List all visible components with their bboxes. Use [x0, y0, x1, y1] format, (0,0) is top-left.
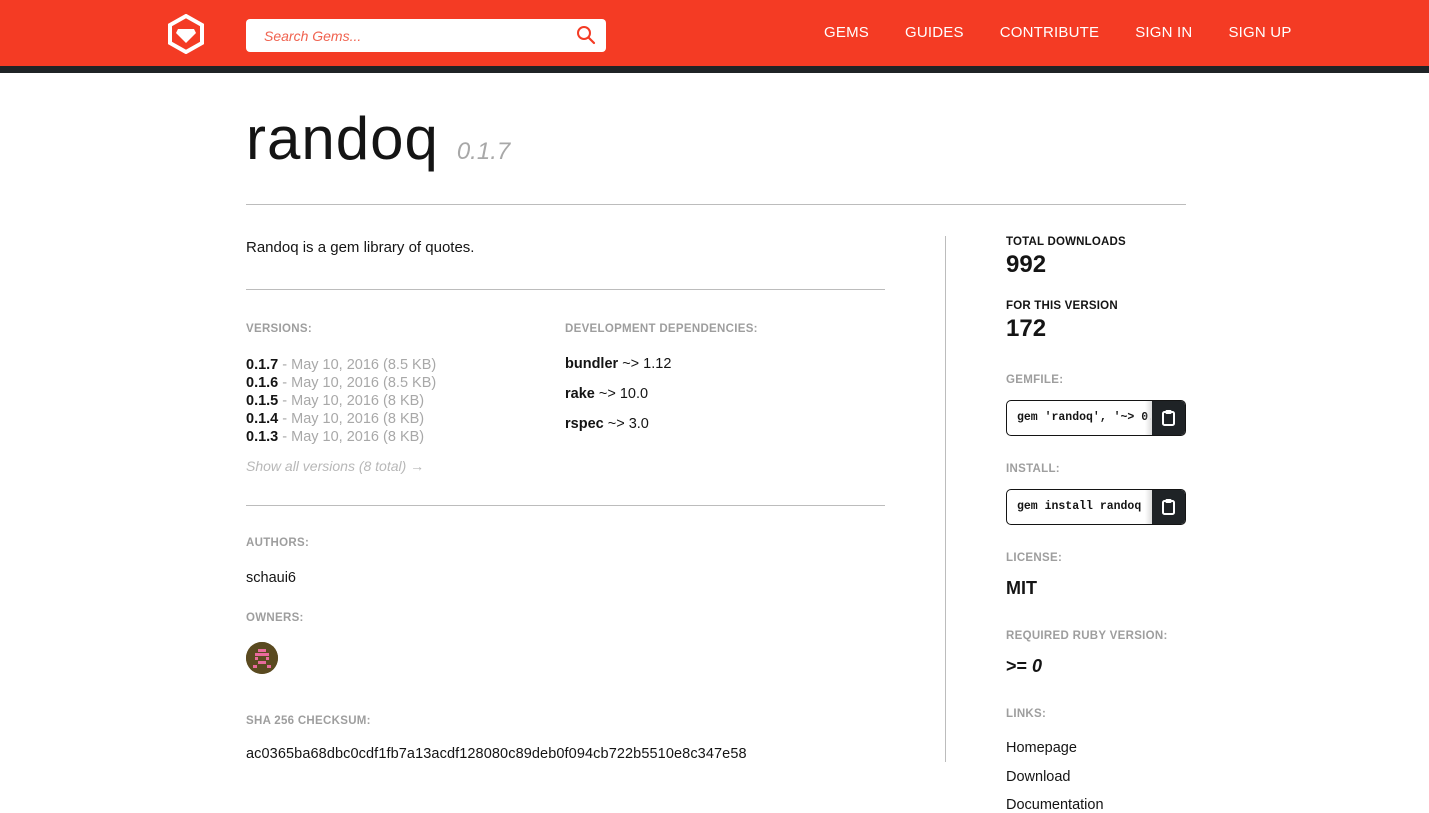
version-link[interactable]: 0.1.5	[246, 393, 278, 409]
dependency-item: bundler ~> 1.12	[565, 356, 671, 386]
version-meta: - May 10, 2016 (8.5 KB)	[278, 375, 437, 391]
gemfile-box: gem 'randoq', '~> 0.1.7'	[1006, 400, 1186, 436]
owner-avatar-icon	[246, 642, 278, 674]
rubygems-logo-icon[interactable]	[166, 13, 206, 55]
dependency-item: rspec ~> 3.0	[565, 416, 671, 446]
nav-sign-in[interactable]: SIGN IN	[1135, 24, 1192, 41]
clipboard-icon	[1162, 410, 1175, 426]
gemfile-label: GEMFILE:	[1006, 374, 1064, 386]
versions-divider	[246, 505, 885, 506]
dependency-link[interactable]: rake	[565, 386, 595, 402]
dev-dependencies-list: bundler ~> 1.12 rake ~> 10.0 rspec ~> 3.…	[565, 356, 671, 446]
version-item: 0.1.5 - May 10, 2016 (8 KB)	[246, 392, 436, 410]
version-meta: - May 10, 2016 (8 KB)	[278, 411, 425, 427]
install-box: gem install randoq	[1006, 489, 1186, 525]
header-bar	[0, 66, 1429, 73]
ruby-version-number: 0	[1032, 656, 1043, 676]
version-link[interactable]: 0.1.7	[246, 357, 278, 373]
gem-version: 0.1.7	[456, 138, 511, 165]
nav-sign-up[interactable]: SIGN UP	[1228, 24, 1291, 41]
search-input[interactable]	[264, 25, 564, 47]
dependency-link[interactable]: rspec	[565, 416, 604, 432]
authors-label: AUTHORS:	[246, 537, 310, 549]
license-value: MIT	[1006, 578, 1037, 598]
total-downloads-count: 992	[1006, 251, 1047, 278]
clipboard-icon	[1162, 499, 1175, 515]
homepage-link[interactable]: Homepage	[1006, 740, 1077, 756]
search-icon[interactable]	[576, 25, 596, 45]
gem-description: Randoq is a gem library of quotes.	[246, 239, 475, 256]
install-code[interactable]: gem install randoq	[1017, 500, 1151, 513]
gem-title: randoq 0.1.7	[246, 104, 510, 173]
owner-avatar[interactable]	[246, 642, 278, 674]
sidebar-divider	[945, 236, 946, 762]
version-downloads-count: 172	[1006, 315, 1047, 342]
owners-label: OWNERS:	[246, 612, 304, 624]
dependency-link[interactable]: bundler	[565, 356, 618, 372]
license-label: LICENSE:	[1006, 552, 1063, 564]
title-divider	[246, 204, 1186, 205]
nav-guides[interactable]: GUIDES	[905, 24, 964, 41]
documentation-link[interactable]: Documentation	[1006, 797, 1104, 813]
version-item: 0.1.7 - May 10, 2016 (8.5 KB)	[246, 356, 436, 374]
dependency-requirement: ~> 10.0	[594, 386, 649, 402]
total-downloads-label: TOTAL DOWNLOADS	[1006, 236, 1126, 248]
version-meta: - May 10, 2016 (8.5 KB)	[278, 357, 437, 373]
versions-list: 0.1.7 - May 10, 2016 (8.5 KB) 0.1.6 - Ma…	[246, 356, 436, 446]
checksum-value: ac0365ba68dbc0cdf1fb7a13acdf128080c89deb…	[246, 746, 747, 762]
nav-contribute[interactable]: CONTRIBUTE	[1000, 24, 1100, 41]
version-link[interactable]: 0.1.4	[246, 411, 278, 427]
version-item: 0.1.3 - May 10, 2016 (8 KB)	[246, 428, 436, 446]
install-copy-button[interactable]	[1152, 490, 1185, 524]
version-link[interactable]: 0.1.6	[246, 375, 278, 391]
version-item: 0.1.6 - May 10, 2016 (8.5 KB)	[246, 374, 436, 392]
versions-label: VERSIONS:	[246, 323, 312, 335]
search-box	[246, 19, 606, 52]
authors-value: schaui6	[246, 570, 296, 586]
main-nav: GEMS GUIDES CONTRIBUTE SIGN IN SIGN UP	[824, 24, 1328, 41]
dependency-requirement: ~> 1.12	[618, 356, 672, 372]
ruby-version-value: >= 0	[1006, 656, 1042, 677]
version-meta: - May 10, 2016 (8 KB)	[278, 429, 425, 445]
nav-gems[interactable]: GEMS	[824, 24, 869, 41]
gemfile-copy-button[interactable]	[1152, 401, 1185, 435]
show-all-versions-link[interactable]: Show all versions (8 total) →	[246, 458, 424, 474]
version-link[interactable]: 0.1.3	[246, 429, 278, 445]
ruby-version-label: REQUIRED RUBY VERSION:	[1006, 630, 1168, 642]
links-label: LINKS:	[1006, 708, 1047, 720]
dependency-requirement: ~> 3.0	[603, 416, 649, 432]
checksum-label: SHA 256 CHECKSUM:	[246, 715, 371, 727]
dependency-item: rake ~> 10.0	[565, 386, 671, 416]
dev-dependencies-label: DEVELOPMENT DEPENDENCIES:	[565, 323, 758, 335]
description-divider	[246, 289, 885, 290]
ruby-version-operator: >=	[1006, 656, 1033, 676]
gem-name: randoq	[246, 105, 439, 172]
install-label: INSTALL:	[1006, 463, 1060, 475]
version-meta: - May 10, 2016 (8 KB)	[278, 393, 425, 409]
version-item: 0.1.4 - May 10, 2016 (8 KB)	[246, 410, 436, 428]
gemfile-code[interactable]: gem 'randoq', '~> 0.1.7'	[1017, 411, 1151, 424]
download-link[interactable]: Download	[1006, 769, 1071, 785]
version-downloads-label: FOR THIS VERSION	[1006, 300, 1118, 312]
